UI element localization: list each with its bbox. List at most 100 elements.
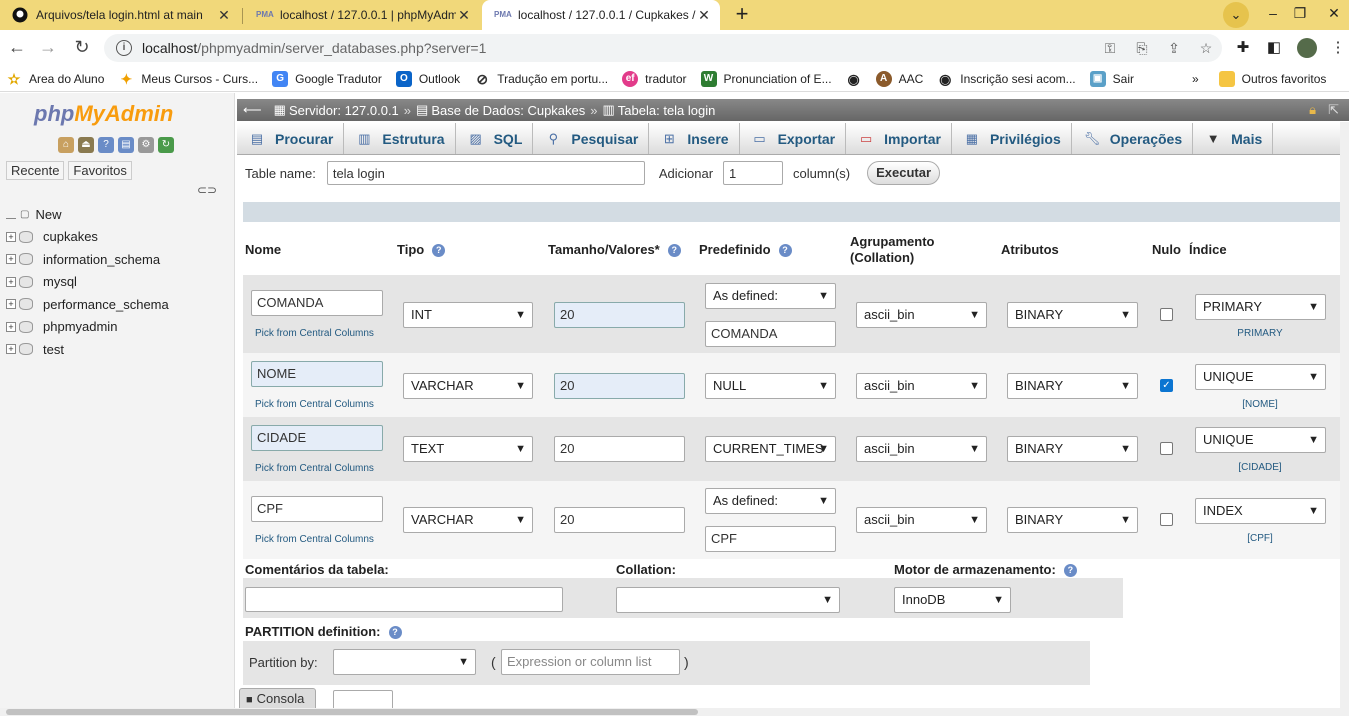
default-select[interactable]: CURRENT_TIMES ▼ (705, 436, 836, 462)
partition-expression-input[interactable]: Expression or column list (501, 649, 680, 675)
attributes-select[interactable]: BINARY ▼ (1007, 373, 1138, 399)
menu-estrutura[interactable]: ▥ Estrutura (344, 123, 456, 154)
breadcrumb-server[interactable]: Servidor: 127.0.0.1 (289, 103, 399, 118)
null-checkbox[interactable]: ✓ (1160, 379, 1173, 392)
type-select[interactable]: VARCHAR ▼ (403, 373, 533, 399)
sidebar-icon[interactable]: ◧ (1264, 38, 1284, 58)
bottom-input[interactable] (333, 690, 393, 710)
default-select[interactable]: As defined: ▼ (705, 488, 836, 514)
exit-icon[interactable]: ⏏ (78, 137, 94, 153)
bookmark-traducao[interactable]: ⊘ Tradução em portu... (468, 68, 614, 90)
bookmark-area-aluno[interactable]: ✫ Area do Aluno (0, 68, 110, 90)
add-columns-input[interactable]: 1 (723, 161, 784, 185)
collapse-icon[interactable]: ⇱ (1328, 102, 1339, 117)
bookmark-pronunciation[interactable]: W Pronunciation of E... (695, 68, 838, 90)
help-icon[interactable]: ? (778, 244, 792, 258)
menu-privilegios[interactable]: ▦ Privilégios (952, 123, 1072, 154)
menu-pesquisar[interactable]: ⚲ Pesquisar (533, 123, 650, 154)
collation-select[interactable]: ascii_bin ▼ (856, 302, 987, 328)
column-name-input[interactable]: CPF (251, 496, 383, 522)
index-select[interactable]: INDEX ▼ (1195, 498, 1326, 524)
lock-icon[interactable]: 🔒︎ (1309, 102, 1316, 117)
collapse-arrow-icon[interactable]: ⟵ (243, 102, 262, 118)
tree-item-cupkakes[interactable]: + cupkakes (6, 226, 169, 249)
attributes-select[interactable]: BINARY ▼ (1007, 507, 1138, 533)
bookmark-meus-cursos[interactable]: ✦ Meus Cursos - Curs... (112, 68, 264, 90)
menu-mais[interactable]: ▼ Mais (1193, 123, 1274, 154)
bookmark-inscricao[interactable]: ◉ Inscrição sesi acom... (931, 68, 1081, 90)
index-select[interactable]: UNIQUE ▼ (1195, 364, 1326, 390)
attributes-select[interactable]: BINARY ▼ (1007, 436, 1138, 462)
vertical-scrollbar[interactable] (1340, 122, 1349, 708)
home-icon[interactable]: ⌂ (58, 137, 74, 153)
menu-insere[interactable]: ⊞ Insere (649, 123, 740, 154)
bookmark-tradutor[interactable]: ef tradutor (616, 68, 692, 90)
back-icon[interactable]: ← (5, 36, 29, 60)
table-name-input[interactable]: tela login (326, 161, 645, 185)
expand-icon[interactable]: + (6, 299, 16, 310)
maximize-icon[interactable]: ❐ (1285, 0, 1315, 30)
share-icon[interactable]: ⇪ (1158, 40, 1190, 57)
expand-icon[interactable]: + (6, 276, 16, 287)
tree-item-information-schema[interactable]: + information_schema (6, 248, 169, 271)
type-select[interactable]: INT ▼ (403, 302, 533, 328)
bookmark-globe[interactable]: ◉ (840, 68, 868, 90)
column-name-input[interactable]: COMANDA (251, 290, 383, 316)
column-name-input[interactable]: CIDADE (251, 425, 383, 451)
link-icon[interactable]: ⊂⊃ (197, 183, 217, 197)
extensions-icon[interactable]: ✚ (1233, 38, 1253, 58)
minimize-icon[interactable]: – (1258, 0, 1288, 30)
close-window-icon[interactable]: ✕ (1319, 0, 1349, 30)
favorites-tab[interactable]: Favoritos (68, 161, 132, 180)
menu-importar[interactable]: ▭ Importar (846, 123, 952, 154)
bookmarks-overflow[interactable]: » (1186, 68, 1205, 90)
help-icon[interactable]: ? (98, 137, 114, 153)
tree-item-mysql[interactable]: + mysql (6, 271, 169, 294)
index-label[interactable]: [NOME] (1195, 399, 1325, 410)
tree-item-phpmyadmin[interactable]: + phpmyadmin (6, 316, 169, 339)
index-select[interactable]: PRIMARY ▼ (1195, 294, 1326, 320)
execute-button[interactable]: Executar (867, 161, 941, 185)
tree-item-new[interactable]: ▢ New (6, 203, 169, 226)
null-checkbox[interactable] (1160, 442, 1173, 455)
collation-select[interactable]: ascii_bin ▼ (856, 507, 987, 533)
length-input[interactable]: 20 (554, 373, 685, 399)
breadcrumb-table[interactable]: Tabela: tela login (618, 103, 716, 118)
index-select[interactable]: UNIQUE ▼ (1195, 427, 1326, 453)
scrollbar-thumb[interactable] (6, 709, 698, 715)
collation-select[interactable]: ascii_bin ▼ (856, 436, 987, 462)
help-icon[interactable]: ? (432, 244, 446, 258)
null-checkbox[interactable] (1160, 308, 1173, 321)
default-value-input[interactable]: COMANDA (705, 321, 836, 347)
table-comments-input[interactable] (245, 587, 563, 612)
bookmark-outlook[interactable]: O Outlook (390, 68, 466, 90)
translate-icon[interactable]: ⎘ (1126, 40, 1158, 57)
type-select[interactable]: VARCHAR ▼ (403, 507, 533, 533)
avatar[interactable] (1297, 38, 1317, 58)
bookmark-sair[interactable]: ▣ Sair (1084, 68, 1140, 90)
expand-icon[interactable]: + (6, 254, 16, 265)
reload-icon[interactable]: ↻ (158, 137, 174, 153)
close-icon[interactable]: ✕ (456, 7, 472, 24)
star-icon[interactable]: ☆ (1190, 40, 1222, 57)
help-icon[interactable]: ? (667, 244, 681, 258)
storage-engine-select[interactable]: InnoDB ▼ (894, 587, 1011, 613)
close-icon[interactable]: ✕ (696, 7, 712, 24)
browser-tab-phpmyadmin[interactable]: PMA localhost / 127.0.0.1 | phpMyAdm ✕ (244, 0, 480, 30)
default-select[interactable]: As defined: ▼ (705, 283, 836, 309)
phpmyadmin-logo[interactable]: phpMyAdmin (34, 101, 173, 127)
tree-item-test[interactable]: + test (6, 338, 169, 361)
breadcrumb-database[interactable]: Base de Dados: Cupkakes (431, 103, 585, 118)
forward-icon[interactable]: → (36, 36, 60, 60)
key-icon[interactable]: ⚿ (1094, 40, 1126, 57)
menu-exportar[interactable]: ▭ Exportar (740, 123, 847, 154)
type-select[interactable]: TEXT ▼ (403, 436, 533, 462)
pick-central-columns-link[interactable]: Pick from Central Columns (255, 328, 374, 339)
close-icon[interactable]: ✕ (216, 7, 232, 24)
pick-central-columns-link[interactable]: Pick from Central Columns (255, 399, 374, 410)
table-collation-select[interactable]: ▼ (616, 587, 840, 613)
console-tab[interactable]: ■ Consola (239, 688, 316, 710)
new-tab-button[interactable]: + (729, 3, 755, 27)
browser-tab-cupkakes[interactable]: PMA localhost / 127.0.0.1 / Cupkakes / ✕ (482, 0, 720, 30)
docs-icon[interactable]: ▤ (118, 137, 134, 153)
